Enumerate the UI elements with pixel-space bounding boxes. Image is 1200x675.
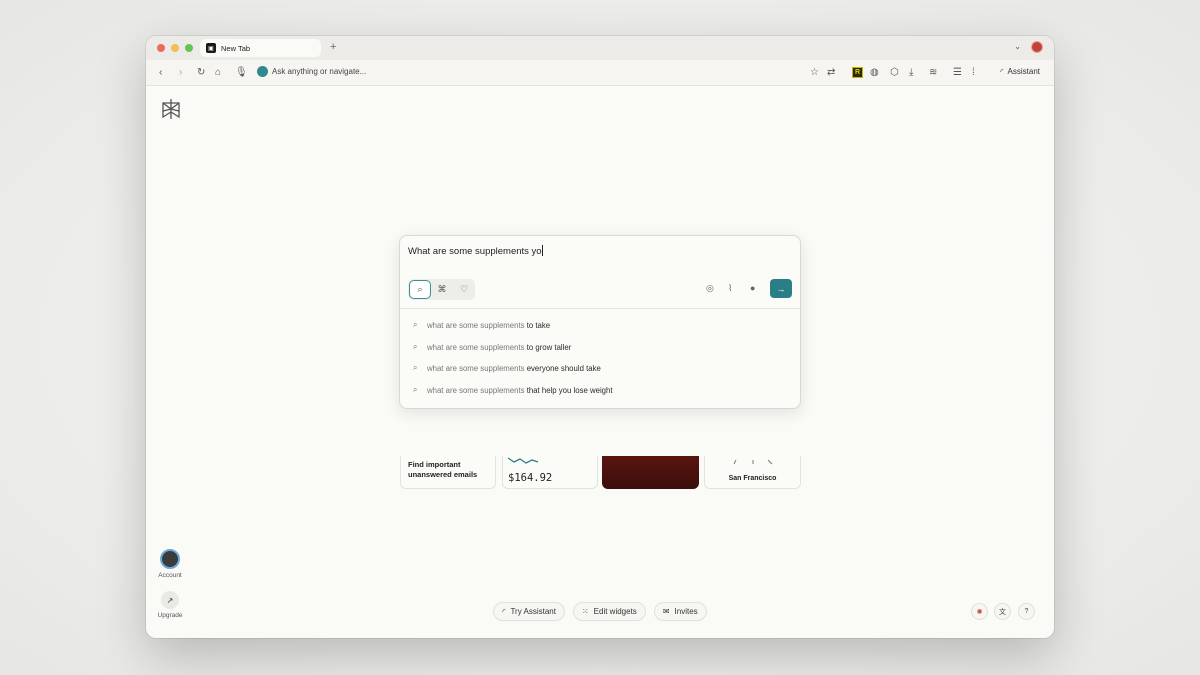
try-assistant-button[interactable]: ◜ Try Assistant — [493, 602, 565, 621]
tab-favicon-icon: ▣ — [206, 43, 216, 53]
invites-label: Invites — [674, 607, 698, 616]
forward-icon[interactable]: › — [179, 66, 182, 80]
sun-rays-icon — [733, 459, 773, 465]
arrow-right-icon: → — [776, 283, 786, 294]
minimize-window-button[interactable] — [171, 44, 179, 52]
text-caret — [541, 245, 543, 256]
paperclip-icon[interactable]: ⌇ — [728, 283, 732, 294]
suggestion-completion: to take — [526, 320, 551, 330]
back-icon[interactable]: ‹ — [159, 66, 162, 80]
suggestion-completion: everyone should take — [526, 363, 601, 373]
media-widget[interactable] — [602, 456, 699, 489]
search-icon: ⌕ — [413, 363, 418, 372]
settings-gear-icon[interactable]: ✺ — [971, 603, 988, 620]
suggestion-completion: that help you lose weight — [526, 385, 613, 395]
suggestion-item[interactable]: ⌕ what are some supplements to grow tall… — [413, 342, 571, 352]
tab-title: New Tab — [221, 43, 251, 53]
labs-lightbulb-icon[interactable]: ♡ — [453, 280, 475, 299]
reader-list-icon[interactable]: ☰ — [953, 66, 962, 80]
window-controls — [157, 44, 193, 52]
assistant-label: Assistant — [1007, 67, 1040, 76]
globe-icon[interactable]: ◎ — [706, 283, 714, 294]
email-widget-text: Find important unanswered emails — [408, 460, 478, 479]
grid-dots-icon: ⁙ — [581, 607, 589, 616]
chevron-down-icon[interactable]: ⌄ — [1014, 42, 1021, 51]
translate-icon[interactable]: 文 — [994, 603, 1011, 620]
search-mode-selector: ⌕ ⌘ ♡ — [408, 279, 475, 300]
edit-widgets-label: Edit widgets — [593, 607, 637, 616]
try-assistant-label: Try Assistant — [510, 607, 556, 616]
submit-button[interactable]: → — [770, 279, 792, 298]
browser-window: ▣ New Tab + ⌄ ‹ › ↻ ⌂ 🎙︎ Ask anything or… — [146, 36, 1054, 638]
search-icon: ⌕ — [413, 385, 418, 394]
bottom-actions: ◜ Try Assistant ⁙ Edit widgets ✉ Invites — [146, 602, 1054, 621]
email-widget[interactable]: Find important unanswered emails — [400, 456, 496, 489]
search-box: What are some supplements yo ⌕ ⌘ ♡ ◎ ⌇ ●… — [399, 235, 801, 409]
account-menu[interactable]: Account — [158, 549, 182, 579]
audio-wave-icon[interactable]: ⁞ — [972, 66, 975, 80]
weather-city: San Francisco — [728, 475, 777, 482]
suggestion-prefix: what are some supplements — [427, 342, 527, 352]
account-label: Account — [158, 572, 182, 579]
sliders-icon[interactable]: ≋ — [929, 66, 937, 80]
invites-button[interactable]: ✉ Invites — [653, 602, 707, 621]
new-tab-button[interactable]: + — [330, 41, 336, 53]
account-avatar[interactable] — [160, 549, 180, 569]
omnibox-placeholder: Ask anything or navigate... — [272, 67, 367, 76]
search-mode-icon[interactable]: ⌕ — [409, 280, 431, 299]
close-window-button[interactable] — [157, 44, 165, 52]
maximize-window-button[interactable] — [185, 44, 193, 52]
bookmark-star-icon[interactable]: ☆ — [810, 66, 819, 80]
link-icon[interactable]: ⇄ — [827, 66, 835, 80]
active-tab[interactable]: ▣ New Tab — [200, 39, 321, 57]
edit-widgets-button[interactable]: ⁙ Edit widgets — [572, 602, 646, 621]
omnibox-logo-icon — [257, 66, 268, 77]
stock-price: $164.92 — [508, 472, 553, 484]
suggestion-prefix: what are some supplements — [427, 320, 527, 330]
tab-bar: ▣ New Tab + ⌄ — [146, 36, 1054, 60]
home-icon[interactable]: ⌂ — [215, 66, 221, 80]
suggestion-item[interactable]: ⌕ what are some supplements to take — [413, 320, 550, 330]
envelope-icon: ✉ — [662, 607, 670, 616]
search-icon: ⌕ — [413, 320, 418, 329]
extension-globe-icon[interactable]: ◍ — [870, 66, 879, 80]
suggestion-completion: to grow taller — [526, 342, 572, 352]
suggestion-prefix: what are some supplements — [427, 385, 527, 395]
download-icon[interactable]: ⤓ — [909, 66, 913, 80]
suggestion-item[interactable]: ⌕ what are some supplements that help yo… — [413, 385, 613, 395]
assistant-icon: ◜ — [502, 607, 506, 616]
reload-icon[interactable]: ↻ — [197, 66, 205, 80]
suggestion-item[interactable]: ⌕ what are some supplements everyone sho… — [413, 363, 601, 373]
microphone-icon[interactable]: 🎙︎ — [235, 66, 248, 80]
microphone-icon[interactable]: ● — [750, 283, 755, 293]
stock-widget[interactable]: $164.92 — [502, 456, 598, 489]
profile-avatar[interactable] — [1032, 42, 1042, 52]
assistant-icon: ◜ — [1000, 67, 1004, 76]
omnibox[interactable]: Ask anything or navigate... — [257, 66, 366, 77]
new-tab-page: Find important unanswered emails $164.92… — [146, 86, 1054, 638]
search-icon: ⌕ — [413, 342, 418, 351]
search-input[interactable]: What are some supplements yo — [408, 245, 543, 257]
extension-puzzle-icon[interactable]: ⬡ — [890, 66, 899, 80]
extension-r-icon[interactable]: R — [852, 67, 863, 78]
search-query-text: What are some supplements yo — [408, 246, 542, 257]
stock-sparkline — [508, 457, 539, 464]
suggestions-divider — [400, 308, 800, 309]
research-mode-icon[interactable]: ⌘ — [431, 280, 453, 299]
toolbar: ‹ › ↻ ⌂ 🎙︎ Ask anything or navigate... ☆… — [146, 60, 1054, 86]
suggestion-prefix: what are some supplements — [427, 363, 527, 373]
weather-widget[interactable]: San Francisco — [704, 456, 801, 489]
perplexity-logo-icon[interactable] — [160, 98, 182, 120]
help-icon[interactable]: ? — [1018, 603, 1035, 620]
assistant-button[interactable]: ◜ Assistant — [1000, 67, 1040, 76]
